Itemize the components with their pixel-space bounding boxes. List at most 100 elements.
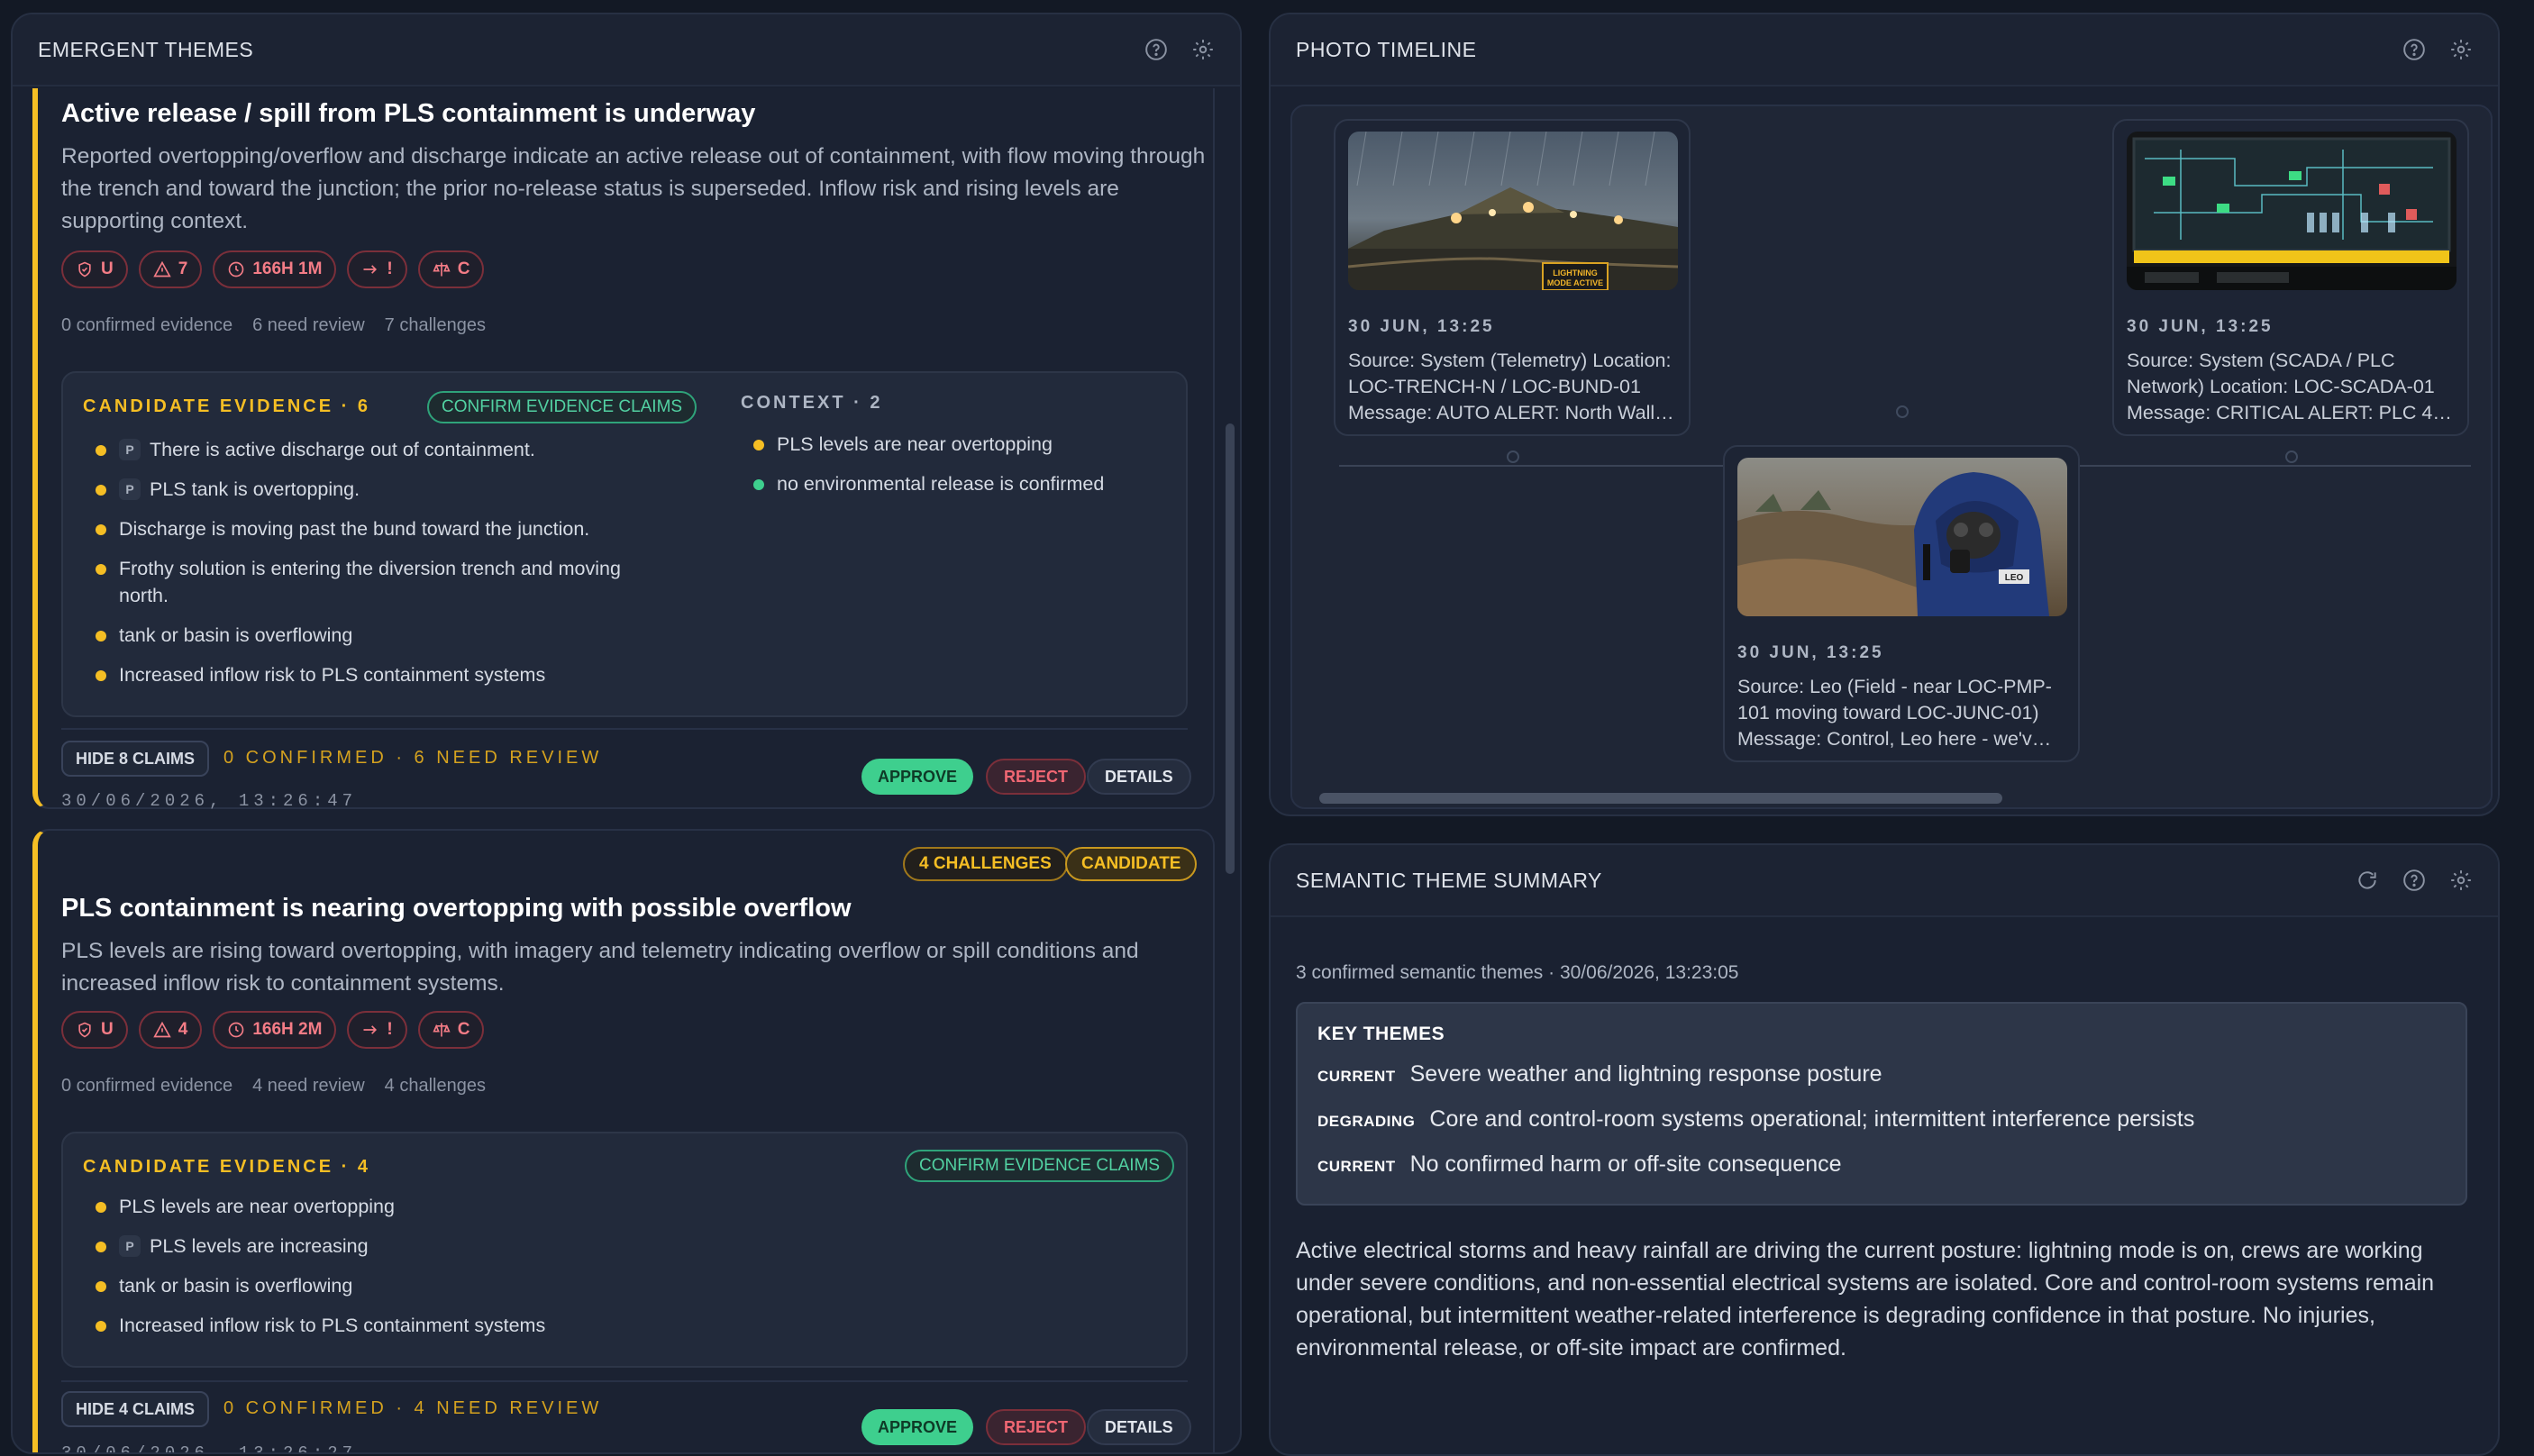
photo-thumbnail[interactable] (2127, 132, 2457, 290)
reject-button[interactable]: REJECT (986, 759, 1087, 795)
photo-card[interactable]: LIGHTNING MODE ACTIVE 30 JUN, 13:25 Sour… (1334, 119, 1691, 436)
photo-caption: Source: System (Telemetry) Location: LOC… (1348, 350, 1674, 423)
details-button[interactable]: DETAILS (1087, 759, 1191, 795)
list-item[interactable]: tank or basin is overflowing (96, 1272, 726, 1299)
theme-card: Active release / spill from PLS containm… (32, 88, 1215, 811)
arrow-icon (363, 1025, 378, 1034)
evidence-box: CANDIDATE EVIDENCE · 6 CONFIRM EVIDENCE … (61, 371, 1188, 717)
shield-icon (78, 1022, 91, 1038)
emergent-themes-header: EMERGENT THEMES (13, 14, 1240, 86)
theme-title: Active release / spill from PLS containm… (61, 99, 756, 128)
list-item[interactable]: tank or basin is overflowing (96, 622, 672, 649)
settings-icon[interactable] (1191, 38, 1215, 61)
list-item[interactable]: Frothy solution is entering the diversio… (96, 555, 672, 609)
clock-icon (228, 261, 244, 278)
photo-time: 30 JUN, 13:25 (2127, 317, 2274, 336)
themes-scroll-area[interactable]: Active release / spill from PLS containm… (13, 88, 1240, 1452)
scada-screen-photo (2127, 132, 2457, 290)
context-header: CONTEXT · 2 (741, 393, 883, 413)
list-item[interactable]: no environmental release is confirmed (753, 470, 1168, 497)
photo-thumbnail[interactable]: LEO (1737, 458, 2067, 616)
panel-title: SEMANTIC THEME SUMMARY (1296, 868, 1602, 892)
help-icon[interactable] (2402, 869, 2426, 892)
key-theme-text: Core and control-room systems operationa… (1429, 1106, 2195, 1132)
scale-chip: C (417, 1011, 485, 1049)
theme-meta: 0 confirmed evidence 4 need review 4 cha… (61, 1076, 486, 1096)
shield-chip: U (61, 1011, 128, 1049)
key-theme-text: Severe weather and lightning response po… (1409, 1061, 1882, 1087)
shield-icon (78, 261, 91, 278)
refresh-icon[interactable] (2356, 869, 2379, 892)
photo-caption: Source: Leo (Field - near LOC-PMP-101 mo… (1737, 676, 2052, 750)
list-item[interactable]: Discharge is moving past the bund toward… (96, 515, 672, 542)
list-item[interactable]: Increased inflow risk to PLS containment… (96, 661, 672, 688)
panel-title: EMERGENT THEMES (38, 37, 254, 61)
candidate-evidence-header: CANDIDATE EVIDENCE · 4 (83, 1157, 370, 1177)
details-button[interactable]: DETAILS (1087, 1409, 1191, 1445)
list-item[interactable]: P PLS tank is overtopping. (96, 476, 672, 503)
horizontal-scrollbar[interactable] (1319, 793, 2002, 804)
photo-time: 30 JUN, 13:25 (1737, 643, 1884, 662)
confirm-evidence-button[interactable]: CONFIRM EVIDENCE CLAIMS (905, 1150, 1175, 1182)
theme-card: 4 CHALLENGES CANDIDATE PLS containment i… (32, 829, 1215, 1452)
warning-icon (152, 260, 171, 278)
photo-card[interactable]: LEO 30 JUN, 13:25 Source: Leo (Field - n… (1723, 445, 2080, 762)
theme-chips: U 7 166H 1M ! C (61, 250, 485, 288)
clock-icon (228, 1022, 244, 1038)
timeline-canvas[interactable]: LIGHTNING MODE ACTIVE 30 JUN, 13:25 Sour… (1290, 105, 2493, 809)
scale-icon (433, 262, 451, 277)
key-theme-tag: CURRENT (1317, 1158, 1396, 1175)
help-icon[interactable] (1144, 38, 1168, 61)
approve-button[interactable]: APPROVE (861, 759, 974, 795)
theme-meta: 0 confirmed evidence 6 need review 7 cha… (61, 315, 486, 335)
list-item[interactable]: P There is active discharge out of contai… (96, 436, 672, 463)
theme-timestamp: 30/06/2026, 13:26:27 (61, 1443, 357, 1452)
timeline-marker[interactable] (2285, 450, 2298, 463)
context-list: PLS levels are near overtopping no envir… (753, 431, 1168, 510)
svg-text:MODE ACTIVE: MODE ACTIVE (1547, 278, 1603, 287)
summary-meta: 3 confirmed semantic themes · 30/06/2026… (1296, 962, 1739, 983)
shield-chip: U (61, 250, 128, 288)
photo-timeline-panel: PHOTO TIMELINE LIGHTNING MODE ACTIVE 30 … (1269, 13, 2500, 816)
photo-caption: Source: System (SCADA / PLC Network) Loc… (2127, 350, 2452, 423)
review-status: 0 CONFIRMED · 4 NEED REVIEW (223, 1398, 603, 1418)
key-theme-row: CURRENT No confirmed harm or off-site co… (1317, 1151, 1842, 1178)
panel-title: PHOTO TIMELINE (1296, 37, 1477, 61)
hide-claims-button[interactable]: HIDE 8 CLAIMS (61, 741, 210, 777)
reject-button[interactable]: REJECT (986, 1409, 1087, 1445)
theme-description: PLS levels are rising toward overtopping… (61, 939, 1139, 996)
photo-card[interactable]: 30 JUN, 13:25 Source: System (SCADA / PL… (2112, 119, 2469, 436)
settings-icon[interactable] (2449, 869, 2473, 892)
help-icon[interactable] (2402, 38, 2426, 61)
review-status: 0 CONFIRMED · 6 NEED REVIEW (223, 748, 603, 768)
timeline-marker[interactable] (1896, 405, 1909, 418)
timeline-marker[interactable] (1507, 450, 1519, 463)
hide-claims-button[interactable]: HIDE 4 CLAIMS (61, 1391, 210, 1427)
key-theme-row: DEGRADING Core and control-room systems … (1317, 1106, 2194, 1133)
photo-thumbnail[interactable]: LIGHTNING MODE ACTIVE (1348, 132, 1678, 290)
arrow-chip: ! (347, 250, 407, 288)
warning-chip: 7 (138, 250, 203, 288)
scale-chip: C (417, 250, 485, 288)
theme-title: PLS containment is nearing overtopping w… (61, 894, 852, 923)
scale-icon (433, 1023, 451, 1037)
confirm-evidence-button[interactable]: CONFIRM EVIDENCE CLAIMS (427, 391, 697, 423)
semantic-summary-header: SEMANTIC THEME SUMMARY (1271, 845, 2498, 917)
list-item[interactable]: PLS levels are near overtopping (753, 431, 1168, 458)
key-theme-tag: CURRENT (1317, 1068, 1396, 1085)
photo-time: 30 JUN, 13:25 (1348, 317, 1495, 336)
list-item[interactable]: PLS levels are near overtopping (96, 1193, 726, 1220)
status-badge: CANDIDATE (1065, 847, 1198, 881)
warning-chip: 4 (138, 1011, 203, 1049)
svg-text:LIGHTNING: LIGHTNING (1553, 268, 1598, 278)
warning-icon (152, 1021, 171, 1038)
key-themes-title: KEY THEMES (1317, 1024, 1445, 1044)
list-item[interactable]: P PLS levels are increasing (96, 1233, 726, 1260)
settings-icon[interactable] (2449, 38, 2473, 61)
key-theme-row: CURRENT Severe weather and lightning res… (1317, 1061, 1882, 1087)
approve-button[interactable]: APPROVE (861, 1409, 974, 1445)
arrow-chip: ! (347, 1011, 407, 1049)
list-item[interactable]: Increased inflow risk to PLS containment… (96, 1312, 726, 1339)
evidence-list: P There is active discharge out of contai… (96, 436, 672, 701)
vertical-scrollbar[interactable] (1226, 423, 1235, 874)
